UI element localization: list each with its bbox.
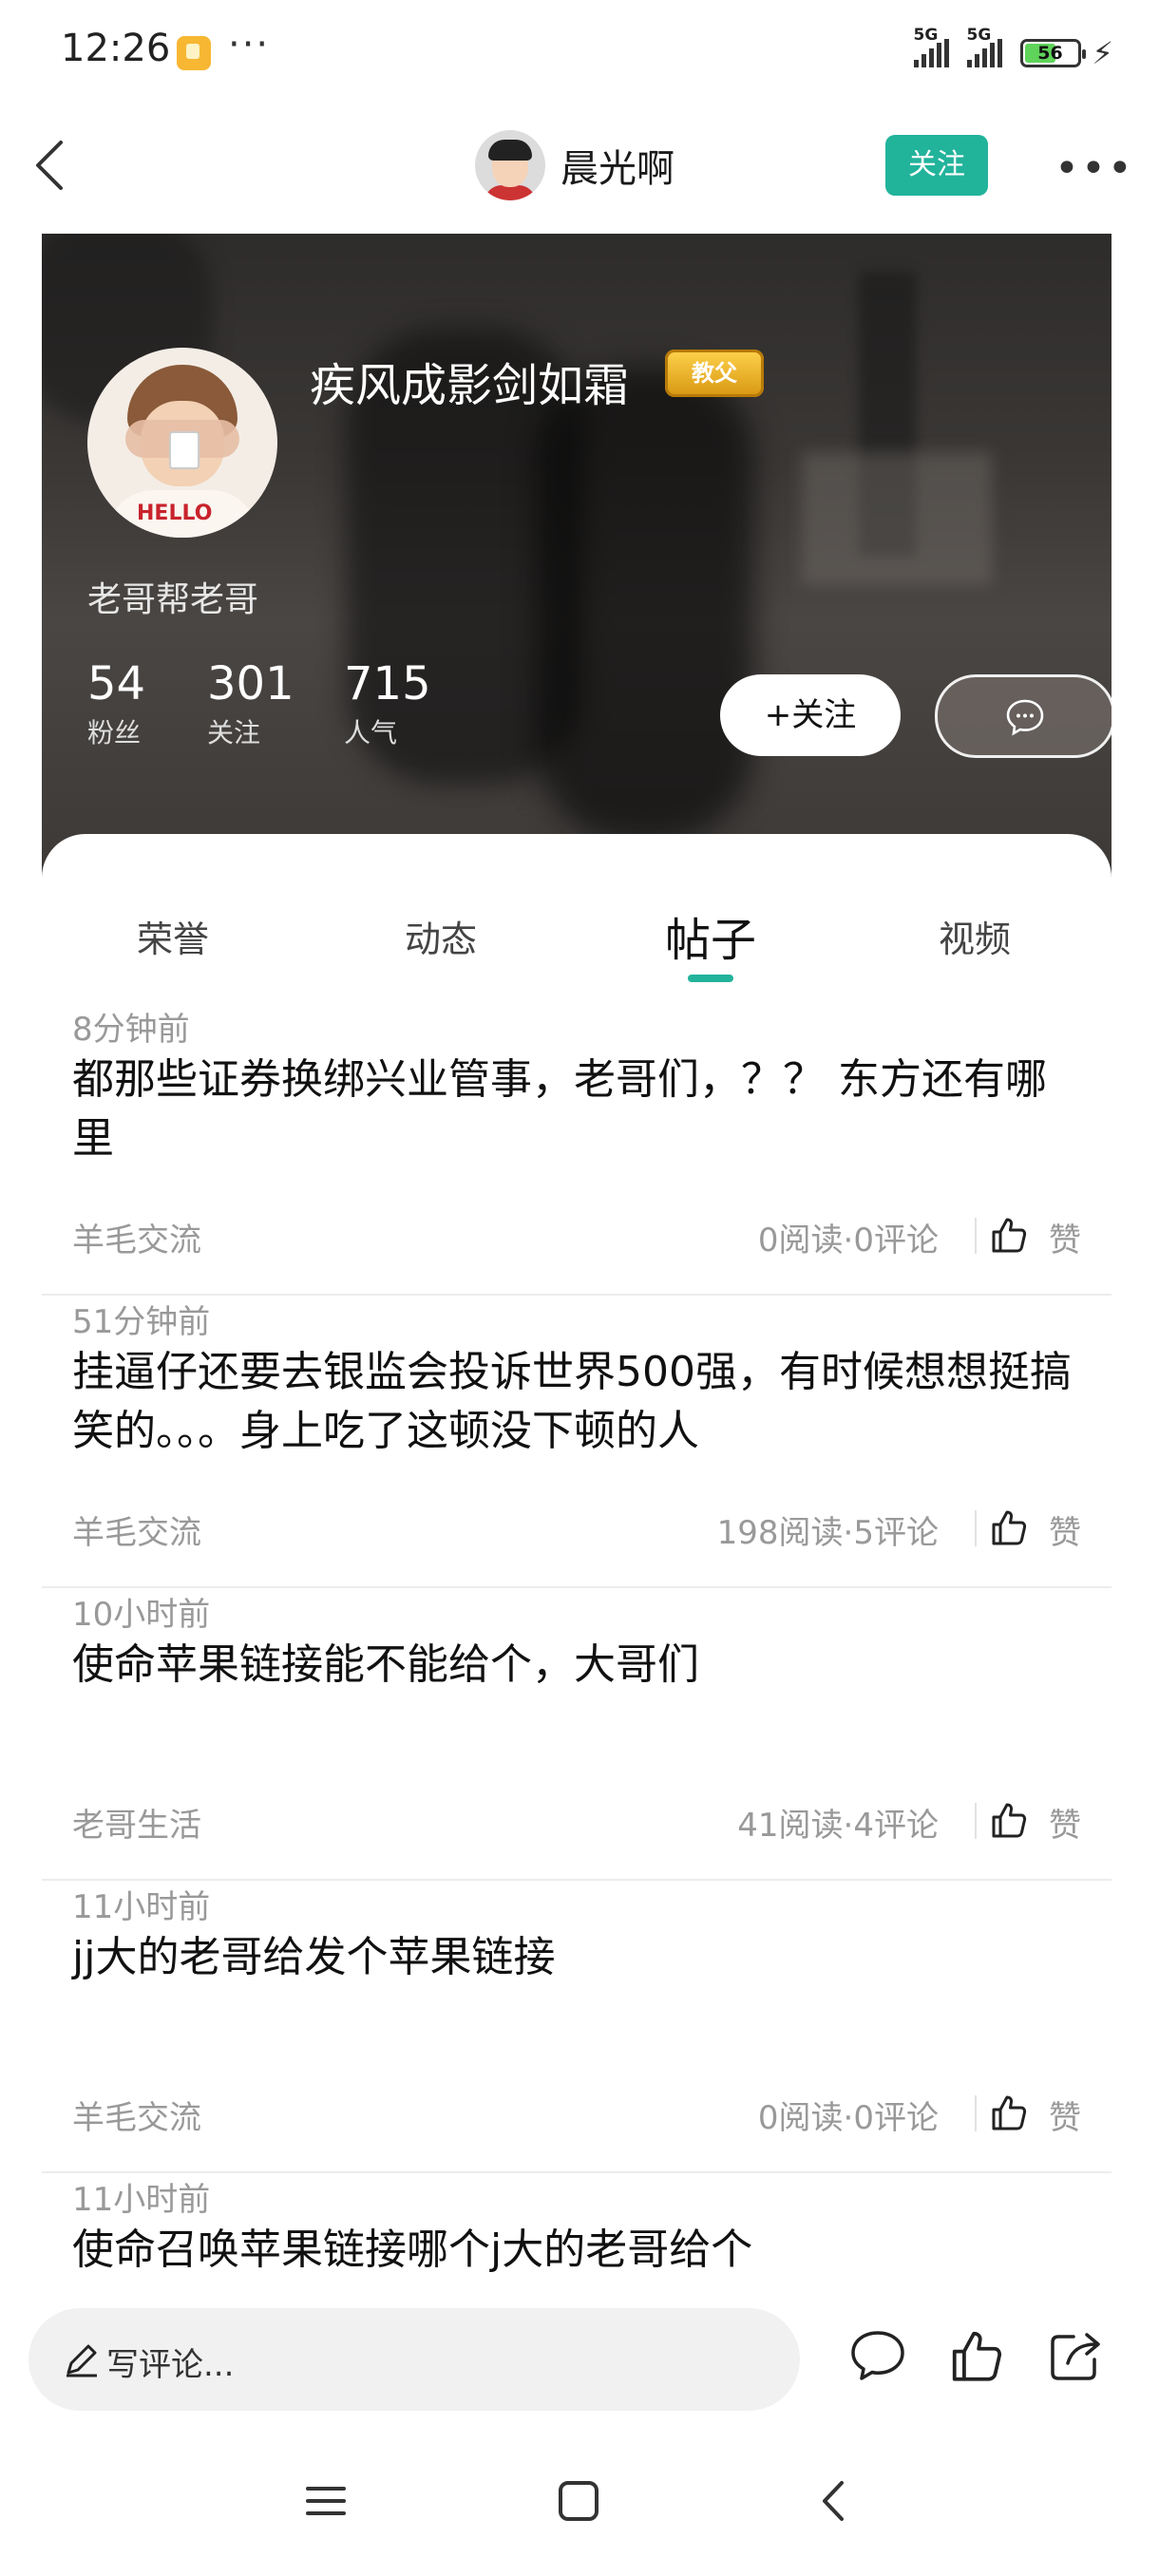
profile-tabs: 荣誉 动态 帖子 视频: [42, 834, 1112, 986]
thumbs-up-icon[interactable]: [988, 1506, 1030, 1548]
system-navigation-bar: [0, 2434, 1159, 2576]
stat-label: 关注: [207, 717, 261, 748]
battery-icon: 56: [1019, 39, 1086, 67]
post-item[interactable]: 51分钟前 挂逼仔还要去银监会投诉世界500强，有时候想想挺搞笑的。。。身上吃了…: [42, 1296, 1112, 1588]
post-stats: 198阅读·5评论: [716, 1514, 939, 1552]
more-options-icon[interactable]: •••: [1054, 144, 1134, 193]
post-time: 10小时前: [72, 1596, 211, 1634]
divider: [975, 2095, 977, 2131]
nav-username: 晨光啊: [560, 147, 674, 191]
chevron-left-icon: [36, 141, 63, 190]
avatar[interactable]: [475, 130, 545, 200]
tab-videos[interactable]: 视频: [939, 910, 1011, 962]
like-label[interactable]: 赞: [1049, 2092, 1081, 2138]
like-label[interactable]: 赞: [1049, 1799, 1081, 1846]
comment-icon[interactable]: [847, 2325, 908, 2386]
profile-follow-button[interactable]: +关注: [720, 674, 901, 756]
signal-icon: 5G: [913, 26, 956, 67]
stat-fans[interactable]: 54 粉丝: [87, 659, 145, 750]
avatar-shirt-text: HELLO: [137, 502, 213, 525]
divider: [975, 1510, 977, 1546]
post-title[interactable]: jj大的老哥给发个苹果链接: [72, 1928, 1079, 1987]
stat-popularity: 715 人气: [344, 659, 431, 750]
nav-user[interactable]: 晨光啊: [475, 129, 674, 201]
post-category[interactable]: 羊毛交流: [72, 1506, 201, 1553]
back-button[interactable]: [25, 137, 82, 194]
menu-icon[interactable]: [302, 2477, 350, 2525]
message-button[interactable]: [935, 674, 1112, 758]
tab-posts[interactable]: 帖子: [665, 902, 756, 969]
profile-signature: 老哥帮老哥: [87, 580, 259, 619]
post-item[interactable]: 11小时前 jj大的老哥给发个苹果链接 羊毛交流 0阅读·0评论 赞: [42, 1881, 1112, 2173]
share-icon[interactable]: [1045, 2325, 1106, 2386]
top-nav-bar: 晨光啊 关注 •••: [0, 114, 1159, 218]
post-item[interactable]: 8分钟前 都那些证券换绑兴业管事，老哥们，？？ 东方还有哪里 羊毛交流 0阅读·…: [42, 1003, 1112, 1296]
battery-percent: 56: [1037, 43, 1063, 64]
post-title[interactable]: 挂逼仔还要去银监会投诉世界500强，有时候想想挺搞笑的。。。身上吃了这顿没下顿的…: [72, 1343, 1079, 1461]
post-category[interactable]: 羊毛交流: [72, 2092, 201, 2138]
back-icon[interactable]: [809, 2477, 857, 2525]
rank-badge: 教父: [665, 350, 764, 397]
thumbs-up-icon[interactable]: [988, 1799, 1030, 1841]
thumbs-up-icon[interactable]: [988, 2092, 1030, 2133]
post-time: 11小时前: [72, 2181, 211, 2219]
post-stats: 41阅读·4评论: [737, 1807, 939, 1845]
profile-name: 疾风成影剑如霜: [310, 359, 630, 412]
home-icon[interactable]: [555, 2477, 602, 2525]
post-category[interactable]: 老哥生活: [72, 1799, 201, 1846]
post-stats: 0阅读·0评论: [757, 2099, 939, 2137]
post-title[interactable]: 使命苹果链接能不能给个，大哥们: [72, 1636, 1079, 1695]
divider: [975, 1803, 977, 1839]
profile-header: HELLO 疾风成影剑如霜 教父 老哥帮老哥 54 粉丝 301 关注 715 …: [42, 234, 1112, 880]
signal-icon: 5G: [966, 26, 1009, 67]
status-time: 12:26: [61, 27, 171, 70]
profile-avatar[interactable]: HELLO: [87, 348, 277, 538]
chat-bubble-icon: [1006, 699, 1044, 736]
stat-value: 54: [87, 657, 146, 710]
post-time: 8分钟前: [72, 1011, 190, 1049]
status-bar: 12:26 ··· 5G 5G 56 ⚡: [0, 0, 1159, 104]
comment-input[interactable]: 写评论...: [28, 2308, 800, 2411]
divider: [975, 1218, 977, 1254]
content-sheet: 荣誉 动态 帖子 视频 8分钟前 都那些证券换绑兴业管事，老哥们，？？ 东方还有…: [42, 834, 1112, 2287]
stat-value: 715: [344, 657, 431, 710]
post-title[interactable]: 使命召唤苹果链接哪个j大的老哥给个: [72, 2221, 1079, 2280]
comment-placeholder: 写评论...: [106, 2346, 235, 2384]
stat-following[interactable]: 301 关注: [207, 659, 294, 750]
thumbs-up-icon[interactable]: [988, 1214, 1030, 1256]
like-label[interactable]: 赞: [1049, 1506, 1081, 1553]
stat-value: 301: [207, 657, 294, 710]
post-item[interactable]: 10小时前 使命苹果链接能不能给个，大哥们 老哥生活 41阅读·4评论 赞: [42, 1588, 1112, 1881]
charging-icon: ⚡: [1092, 35, 1113, 71]
post-item[interactable]: 11小时前 使命召唤苹果链接哪个j大的老哥给个: [42, 2173, 1112, 2287]
stat-label: 粉丝: [87, 717, 142, 748]
status-indicators: 5G 5G 56 ⚡: [913, 26, 1113, 74]
post-title[interactable]: 都那些证券换绑兴业管事，老哥们，？？ 东方还有哪里: [72, 1051, 1079, 1168]
post-time: 11小时前: [72, 1888, 211, 1926]
signal-label: 5G: [966, 26, 992, 45]
follow-button[interactable]: 关注: [885, 135, 988, 196]
active-tab-indicator: [688, 975, 733, 982]
post-time: 51分钟前: [72, 1303, 211, 1341]
signal-label: 5G: [913, 26, 939, 45]
like-label[interactable]: 赞: [1049, 1214, 1081, 1260]
tab-honors[interactable]: 荣誉: [137, 910, 209, 962]
status-more-icon: ···: [228, 23, 271, 66]
post-category[interactable]: 羊毛交流: [72, 1214, 201, 1260]
comment-bar: 写评论...: [0, 2291, 1159, 2434]
tab-activity[interactable]: 动态: [405, 910, 477, 962]
stat-label: 人气: [344, 717, 398, 748]
post-stats: 0阅读·0评论: [757, 1222, 939, 1260]
pencil-icon: [66, 2344, 97, 2377]
thumbs-up-icon[interactable]: [946, 2325, 1007, 2386]
notification-app-icon: [177, 36, 211, 70]
